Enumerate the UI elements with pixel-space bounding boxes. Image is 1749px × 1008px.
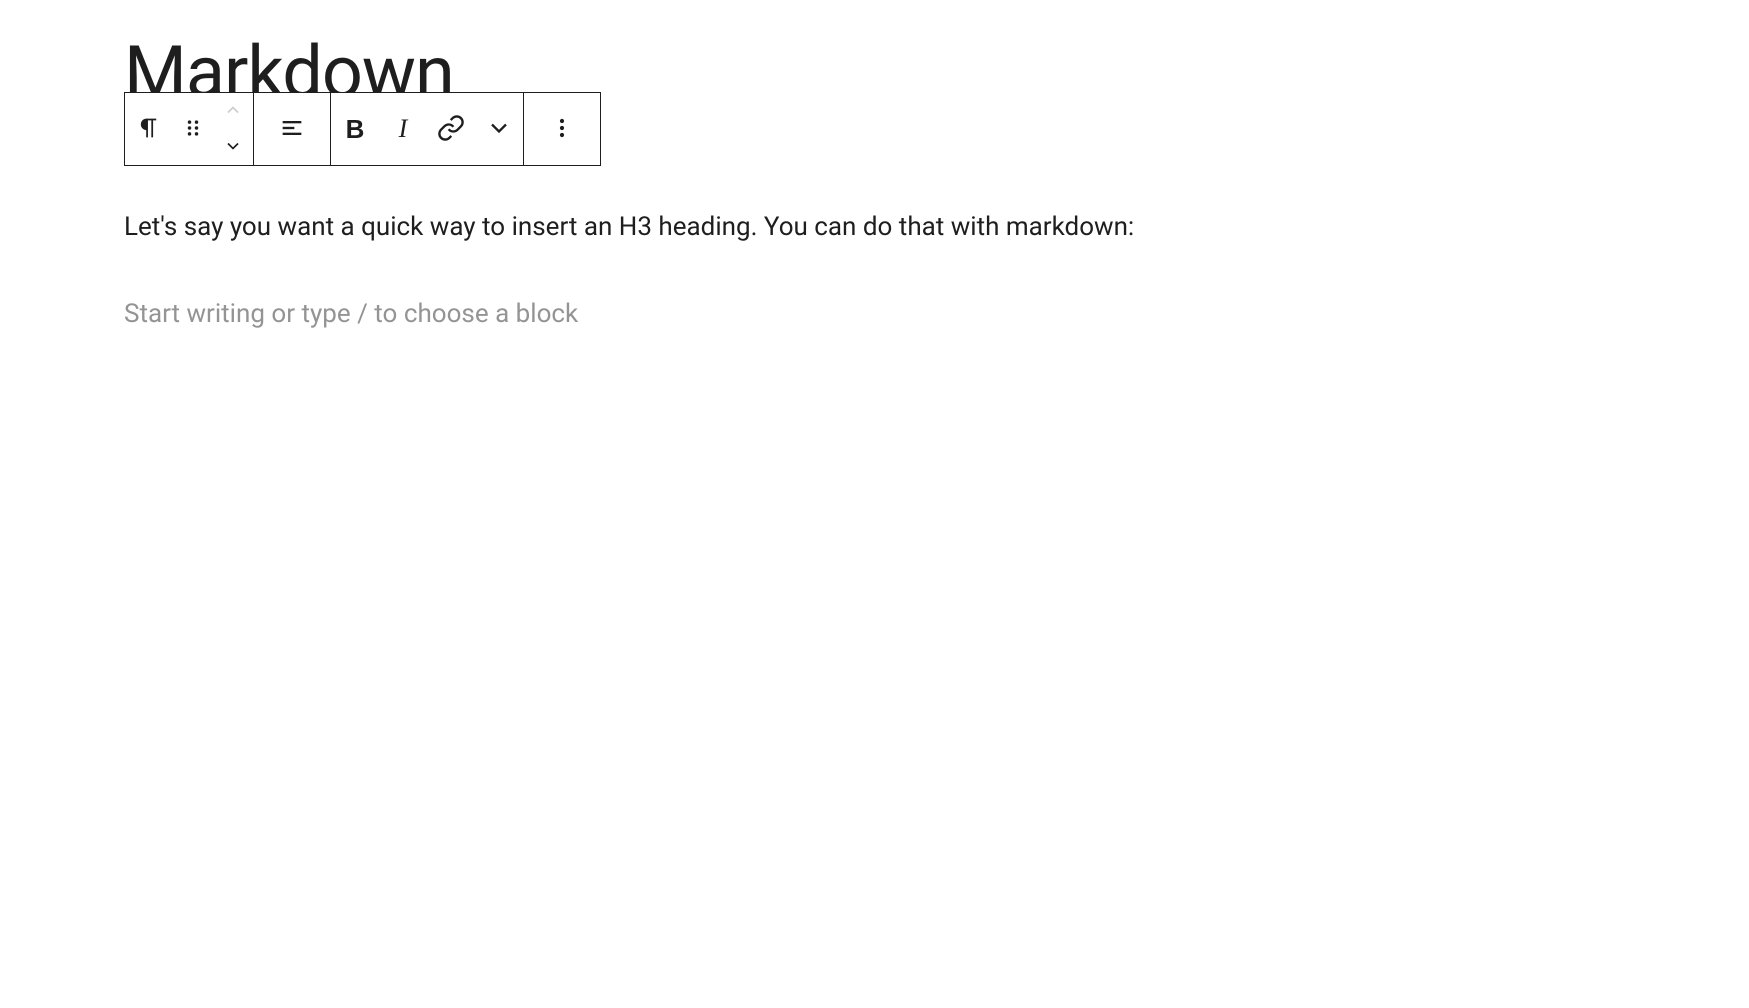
align-left-icon <box>278 114 306 145</box>
block-toolbar: B I <box>124 92 601 166</box>
move-down-button[interactable] <box>213 129 253 165</box>
link-button[interactable] <box>427 93 475 165</box>
content-area: Let's say you want a quick way to insert… <box>124 208 1749 334</box>
more-options-button[interactable] <box>524 93 600 165</box>
italic-icon: I <box>399 114 408 144</box>
chevron-down-icon <box>485 114 513 145</box>
empty-block-placeholder[interactable]: Start writing or type / to choose a bloc… <box>124 295 1749 334</box>
paragraph-icon <box>135 114 163 145</box>
move-controls <box>213 93 253 165</box>
move-up-button[interactable] <box>213 93 253 129</box>
drag-handle-button[interactable] <box>173 93 213 165</box>
toolbar-group-block <box>125 93 254 165</box>
toolbar-group-align <box>254 93 331 165</box>
link-icon <box>437 114 465 145</box>
bold-icon: B <box>346 114 365 145</box>
more-vertical-icon <box>548 114 576 145</box>
chevron-up-icon <box>223 100 243 123</box>
drag-icon <box>179 114 207 145</box>
italic-button[interactable]: I <box>379 93 427 165</box>
paragraph-block-button[interactable] <box>125 93 173 165</box>
toolbar-group-format: B I <box>331 93 524 165</box>
editor-container: Markdown <box>0 0 1749 334</box>
more-format-button[interactable] <box>475 93 523 165</box>
bold-button[interactable]: B <box>331 93 379 165</box>
chevron-down-icon <box>223 136 243 159</box>
toolbar-group-more <box>524 93 600 165</box>
paragraph-block[interactable]: Let's say you want a quick way to insert… <box>124 208 1749 247</box>
align-button[interactable] <box>254 93 330 165</box>
